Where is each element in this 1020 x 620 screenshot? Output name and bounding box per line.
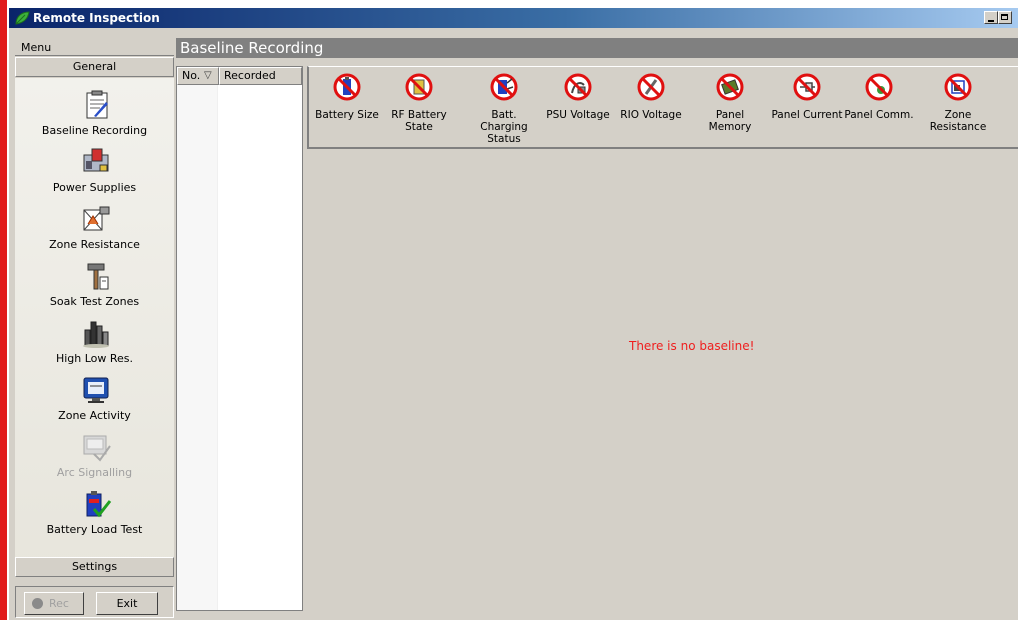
section-header: Baseline Recording <box>176 38 1018 58</box>
title-bar[interactable]: Remote Inspection <box>9 8 1018 28</box>
bottom-button-panel: Rec Exit <box>15 586 174 618</box>
column-header-recorded-label: Recorded <box>224 69 276 82</box>
menu-item-arc-signalling[interactable]: Arc Signalling <box>15 428 174 485</box>
menu-item-baseline-recording[interactable]: Baseline Recording <box>15 86 174 143</box>
no-column-background <box>177 85 218 610</box>
menu-item-zone-activity[interactable]: Zone Activity <box>15 371 174 428</box>
menu-item-label: Arc Signalling <box>56 466 133 479</box>
hammer-icon <box>87 263 109 290</box>
panel-current-icon <box>793 73 821 101</box>
zone-resistance-icon <box>944 73 972 101</box>
tool-panel-memory[interactable]: Panel Memory <box>694 69 766 147</box>
battery-charging-icon <box>490 73 518 101</box>
window-title: Remote Inspection <box>33 11 160 25</box>
column-header-recorded[interactable]: Recorded <box>219 67 302 85</box>
menu-item-battery-load-test[interactable]: Battery Load Test <box>15 485 174 542</box>
menu-item-label: Baseline Recording <box>41 124 148 137</box>
minimize-button[interactable] <box>984 11 998 24</box>
menu-item-soak-test-zones[interactable]: Soak Test Zones <box>15 257 174 314</box>
clipboard-icon <box>86 90 108 119</box>
menu-item-label: Zone Resistance <box>49 238 140 251</box>
tool-panel-comm[interactable]: Panel Comm. <box>843 69 915 147</box>
tool-label: Panel Current <box>771 109 843 121</box>
recordings-list[interactable]: No. ▽ Recorded <box>176 66 303 611</box>
tool-panel-current[interactable]: Panel Current <box>771 69 843 147</box>
tool-psu-voltage[interactable]: PSU Voltage <box>542 69 614 147</box>
panel-comm-icon <box>865 73 893 101</box>
tool-label: RF Battery State <box>391 109 447 133</box>
zone-resistance-icon <box>83 206 110 231</box>
tool-zone-resistance[interactable]: Zone Resistance <box>922 69 994 147</box>
battery-check-icon <box>86 491 112 518</box>
rec-button[interactable]: Rec <box>24 592 84 615</box>
menu-item-label: Zone Activity <box>58 409 131 422</box>
menu-header-label: Menu <box>21 41 52 54</box>
menu-item-label: High Low Res. <box>55 352 134 365</box>
tool-label: PSU Voltage <box>546 109 610 121</box>
rec-button-label: Rec <box>49 597 69 610</box>
tool-label: Battery Size <box>315 109 379 121</box>
tool-battery-size[interactable]: Battery Size <box>311 69 383 147</box>
column-header-no[interactable]: No. ▽ <box>177 67 219 85</box>
psu-voltage-icon <box>564 73 592 101</box>
app-leaf-icon <box>15 11 30 25</box>
tool-label: Panel Comm. <box>844 109 914 121</box>
baseline-toolbar: Battery Size RF Battery State Batt. Char… <box>307 66 1018 149</box>
maximize-button[interactable] <box>998 11 1012 24</box>
sort-descending-icon: ▽ <box>204 70 212 81</box>
rf-battery-icon <box>405 73 433 101</box>
tool-label: RIO Voltage <box>620 109 682 121</box>
general-group-button[interactable]: General <box>15 57 174 77</box>
tool-label: Batt. Charging Status <box>480 109 528 145</box>
rio-voltage-icon <box>637 73 665 101</box>
tool-rf-battery-state[interactable]: RF Battery State <box>383 69 455 147</box>
monitor-icon <box>83 377 109 403</box>
power-supply-icon <box>83 148 109 172</box>
tool-label: Zone Resistance <box>929 109 987 133</box>
menu-item-power-supplies[interactable]: Power Supplies <box>15 143 174 200</box>
tool-label: Panel Memory <box>708 109 752 133</box>
menu-item-zone-resistance[interactable]: Zone Resistance <box>15 200 174 257</box>
panel-memory-icon <box>716 73 744 101</box>
record-dot-icon <box>32 598 43 609</box>
column-header-no-label: No. <box>182 69 201 82</box>
settings-group-button[interactable]: Settings <box>15 557 174 577</box>
tool-batt-charging-status[interactable]: Batt. Charging Status <box>468 69 540 147</box>
menu-item-high-low-res[interactable]: High Low Res. <box>15 314 174 371</box>
side-menu: Menu General Baseline Recording Power Su… <box>15 38 174 618</box>
column-divider <box>217 85 218 610</box>
exit-button[interactable]: Exit <box>96 592 158 615</box>
no-baseline-message: There is no baseline! <box>629 339 755 353</box>
menu-header: Menu <box>15 38 174 56</box>
left-edge-bar <box>0 0 7 620</box>
menu-item-label: Power Supplies <box>52 181 137 194</box>
page-title: Baseline Recording <box>180 39 324 57</box>
app-window: Remote Inspection Menu General Baseline … <box>9 8 1018 620</box>
menu-item-label: Battery Load Test <box>46 523 143 536</box>
battery-size-icon <box>333 73 361 101</box>
menu-items-area: Baseline Recording Power Supplies Zone R… <box>15 78 174 575</box>
menu-item-label: Soak Test Zones <box>49 295 140 308</box>
bar-chart-icon <box>83 321 109 348</box>
arc-signalling-icon <box>83 435 111 462</box>
tool-rio-voltage[interactable]: RIO Voltage <box>615 69 687 147</box>
